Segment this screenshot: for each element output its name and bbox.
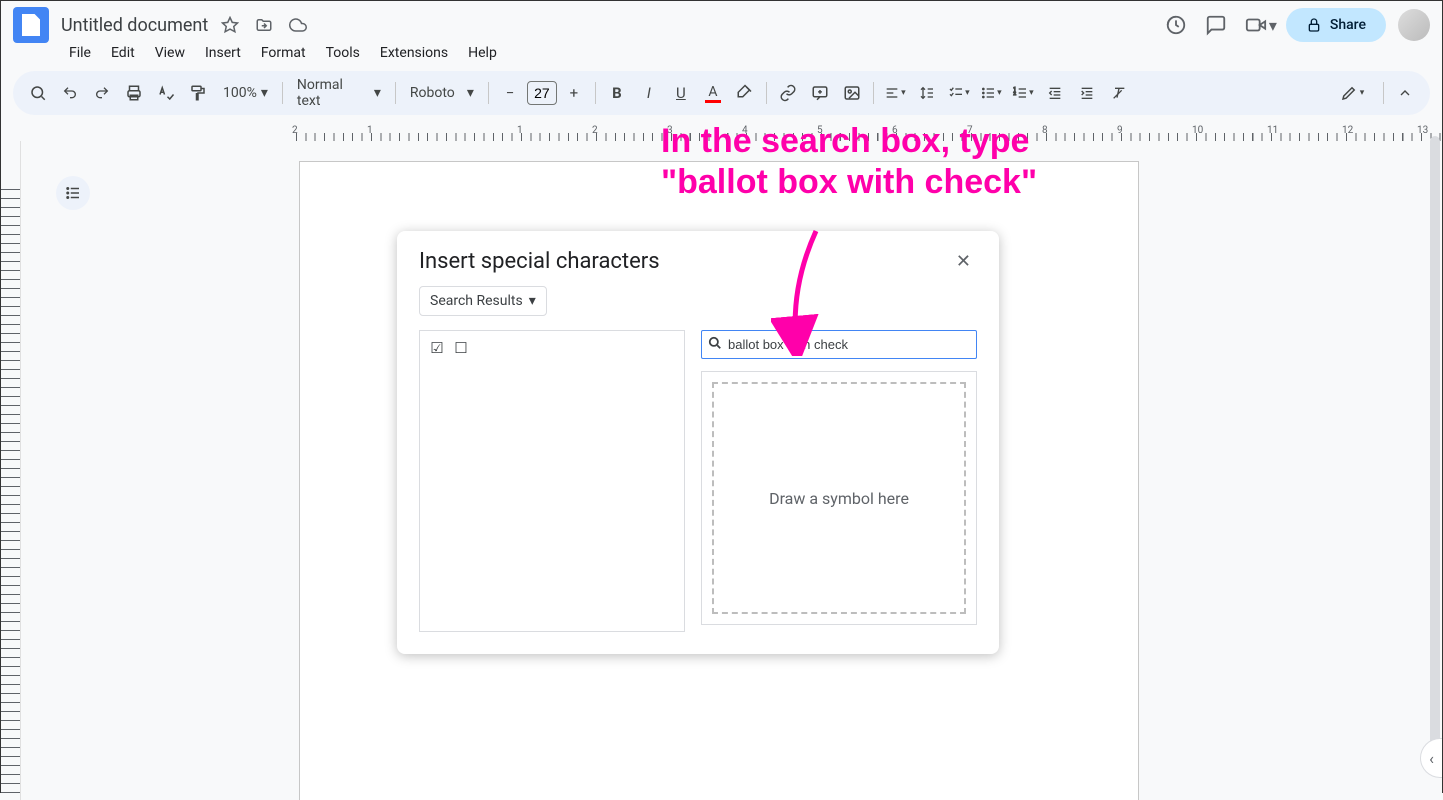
- lock-icon: [1306, 17, 1322, 33]
- line-spacing-button[interactable]: [912, 78, 942, 108]
- add-comment-button[interactable]: [805, 78, 835, 108]
- search-input[interactable]: [728, 337, 970, 352]
- draw-panel[interactable]: Draw a symbol here: [701, 371, 977, 625]
- paragraph-style-value: Normal text: [297, 77, 370, 109]
- menu-edit[interactable]: Edit: [103, 41, 143, 65]
- clear-format-button[interactable]: [1104, 78, 1134, 108]
- menu-extensions[interactable]: Extensions: [372, 41, 456, 65]
- caret-down-icon: ▾: [374, 85, 381, 101]
- align-button[interactable]: ▾: [880, 78, 910, 108]
- text-color-button[interactable]: A: [698, 78, 728, 108]
- comment-icon[interactable]: [1196, 5, 1236, 45]
- undo-icon[interactable]: [55, 78, 85, 108]
- font-select[interactable]: Roboto ▾: [402, 81, 482, 105]
- separator: [1383, 82, 1384, 104]
- menu-view[interactable]: View: [147, 41, 193, 65]
- menu-file[interactable]: File: [61, 41, 99, 65]
- paragraph-style-select[interactable]: Normal text ▾: [289, 73, 389, 113]
- scrollbar-vertical[interactable]: [1430, 136, 1440, 776]
- share-label: Share: [1330, 17, 1366, 33]
- search-icon[interactable]: [23, 78, 53, 108]
- zoom-value: 100%: [223, 85, 257, 101]
- menu-bar: File Edit View Insert Format Tools Exten…: [1, 41, 1442, 71]
- redo-icon[interactable]: [87, 78, 117, 108]
- outline-button[interactable]: [56, 176, 90, 210]
- menu-insert[interactable]: Insert: [197, 41, 249, 65]
- draw-hint: Draw a symbol here: [769, 489, 909, 508]
- print-icon[interactable]: [119, 78, 149, 108]
- editing-mode-button[interactable]: ▾: [1327, 78, 1377, 108]
- menu-tools[interactable]: Tools: [318, 41, 368, 65]
- move-icon[interactable]: [252, 13, 276, 37]
- close-icon[interactable]: ✕: [950, 249, 977, 274]
- spellcheck-icon[interactable]: [151, 78, 181, 108]
- search-box: [701, 330, 977, 359]
- separator: [282, 82, 283, 104]
- separator: [595, 82, 596, 104]
- filter-dropdown[interactable]: Search Results ▾: [419, 286, 547, 316]
- highlight-button[interactable]: [730, 78, 760, 108]
- bold-button[interactable]: B: [602, 78, 632, 108]
- italic-button[interactable]: I: [634, 78, 664, 108]
- caret-down-icon: ▾: [467, 85, 474, 101]
- toolbar: 100% ▾ Normal text ▾ Roboto ▾ − + B I U …: [13, 71, 1430, 115]
- link-button[interactable]: [773, 78, 803, 108]
- image-button[interactable]: [837, 78, 867, 108]
- ruler-horizontal: [1, 123, 1442, 141]
- char-result-ballot-empty[interactable]: ☐: [450, 337, 472, 359]
- caret-down-icon: ▾: [1269, 16, 1277, 35]
- numbered-list-button[interactable]: 12▾: [1008, 78, 1038, 108]
- zoom-select[interactable]: 100% ▾: [215, 81, 276, 105]
- avatar[interactable]: [1398, 9, 1430, 41]
- separator: [766, 82, 767, 104]
- underline-button[interactable]: U: [666, 78, 696, 108]
- indent-button[interactable]: [1072, 78, 1102, 108]
- ruler-vertical: [1, 141, 21, 800]
- paint-format-icon[interactable]: [183, 78, 213, 108]
- document-title[interactable]: Untitled document: [61, 15, 208, 36]
- fontsize-decrease[interactable]: −: [495, 78, 525, 108]
- char-result-ballot-check[interactable]: ☑: [426, 337, 448, 359]
- caret-down-icon: ▾: [261, 85, 268, 101]
- svg-text:2: 2: [1013, 91, 1016, 97]
- caret-down-icon: ▾: [529, 293, 536, 309]
- fontsize-increase[interactable]: +: [559, 78, 589, 108]
- cloud-icon[interactable]: [286, 13, 310, 37]
- meet-icon[interactable]: ▾: [1236, 5, 1286, 45]
- separator: [873, 82, 874, 104]
- font-value: Roboto: [410, 85, 455, 101]
- search-icon: [708, 335, 722, 354]
- history-icon[interactable]: [1156, 5, 1196, 45]
- results-panel: ☑ ☐: [419, 330, 685, 632]
- filter-value: Search Results: [430, 293, 523, 309]
- special-characters-dialog: Insert special characters ✕ Search Resul…: [397, 231, 999, 654]
- collapse-toolbar-button[interactable]: [1390, 78, 1420, 108]
- menu-help[interactable]: Help: [460, 41, 505, 65]
- outdent-button[interactable]: [1040, 78, 1070, 108]
- menu-format[interactable]: Format: [253, 41, 314, 65]
- bullet-list-button[interactable]: ▾: [976, 78, 1006, 108]
- docs-logo[interactable]: [13, 7, 49, 43]
- star-icon[interactable]: [218, 13, 242, 37]
- share-button[interactable]: Share: [1286, 8, 1386, 42]
- separator: [395, 82, 396, 104]
- dialog-title: Insert special characters: [419, 249, 660, 274]
- checklist-button[interactable]: ▾: [944, 78, 974, 108]
- fontsize-input[interactable]: [527, 81, 557, 105]
- separator: [488, 82, 489, 104]
